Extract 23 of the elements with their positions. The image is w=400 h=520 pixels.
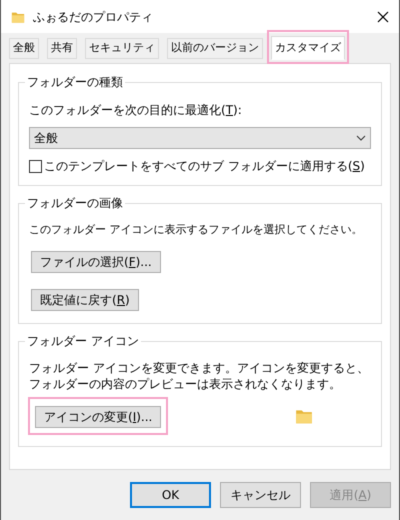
description: このフォルダー アイコンに表示するファイルを選択してください。 [29,222,364,238]
dialog-button[interactable]: ファイルの選択(F)... [31,250,161,272]
tab[interactable]: セキュリティ [85,38,159,59]
optimize-label: このフォルダーを次の目的に最適化(T): [29,102,243,119]
folder-icon [11,10,25,24]
folder-type-dropdown[interactable]: 全般 [29,127,371,149]
description: フォルダー アイコンを変更できます。アイコンを変更すると、フォルダーの内容のプレビューは表示されなくなります。 [29,360,370,392]
group-heading: フォルダー アイコン [25,332,141,348]
dialog-button[interactable]: アイコンの変更(I)... [35,406,162,428]
window-title: ふぉるだのプロパティ [33,8,154,26]
tab[interactable]: カスタマイズ [271,36,345,60]
chevron-down-icon [356,135,366,141]
close-icon[interactable] [377,10,389,22]
dialog-button[interactable]: OK [130,482,211,508]
dialog-button[interactable]: 既定値に戻す(R) [31,288,139,310]
tab[interactable]: 以前のバージョン [167,38,263,59]
group-heading: フォルダーの種類 [25,74,125,90]
dialog-button[interactable]: キャンセル [220,482,301,508]
group-heading: フォルダーの画像 [25,195,125,211]
tab[interactable]: 共有 [47,38,77,59]
checkbox[interactable] [29,160,42,172]
tab[interactable]: 全般 [9,38,39,59]
checkbox-label: このテンプレートをすべてのサブ フォルダーに適用する(S) [44,158,365,175]
